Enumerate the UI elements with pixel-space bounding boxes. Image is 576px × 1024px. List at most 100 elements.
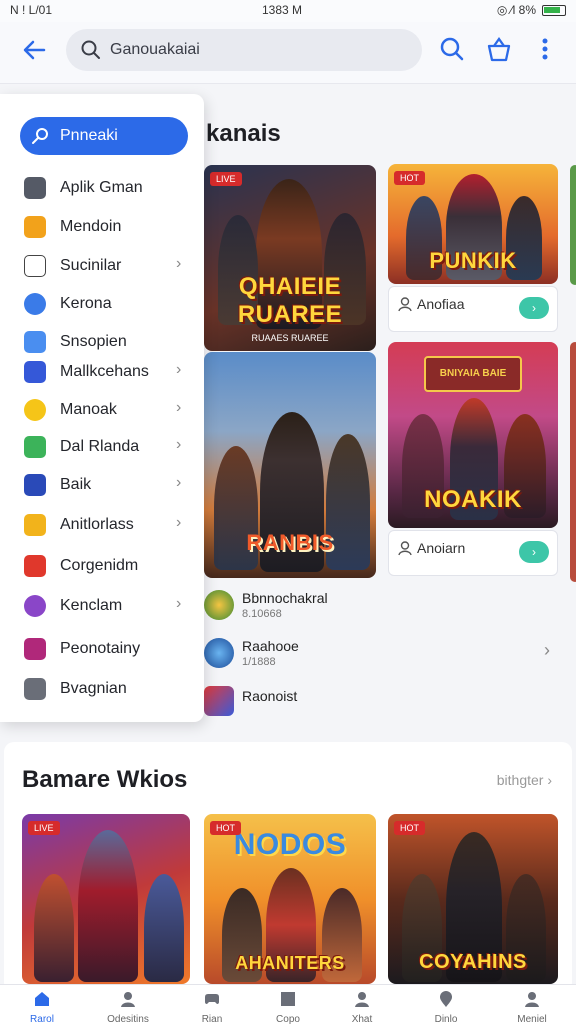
sidebar-item-label: Kerona <box>60 295 112 312</box>
tile-badge: HOT <box>394 171 425 185</box>
list-item-subtitle: 1/1888 <box>242 656 276 668</box>
sidebar-item-label: Sucinilar <box>60 257 122 274</box>
sidebar-item[interactable]: Sucinilar › <box>24 252 194 280</box>
nav-item[interactable]: Dinlo <box>410 985 482 1024</box>
tile-subtitle: RUAAES RUAREE <box>251 333 329 343</box>
tile-badge: HOT <box>210 821 241 835</box>
sidebar-item[interactable]: Baik › <box>24 471 194 499</box>
chevron-right-icon: › <box>176 255 182 272</box>
nav-item[interactable]: Rarol <box>6 985 78 1024</box>
nav-item[interactable]: Meniel <box>496 985 568 1024</box>
search-icon <box>81 40 100 59</box>
square-icon <box>281 992 295 1006</box>
open-button[interactable]: › <box>519 297 549 319</box>
tile-title: NOAKIK <box>424 486 522 513</box>
chevron-right-icon: › <box>176 436 182 453</box>
status-time: 1383 M <box>262 3 303 17</box>
sidebar-item[interactable]: Mendoin <box>24 213 194 241</box>
nav-item-label: Copo <box>276 1014 300 1024</box>
game-tile[interactable]: LIVE <box>22 814 190 984</box>
map-icon <box>24 361 46 383</box>
top-bar: Ganouakaiai <box>0 22 576 84</box>
nav-item[interactable]: Copo <box>252 985 324 1024</box>
sidebar-item-label: Mendoin <box>60 218 122 235</box>
tile-title: PUNKIK <box>429 248 517 273</box>
game-card[interactable]: Anoiarn › <box>388 530 558 576</box>
tile-badge: HOT <box>394 821 425 835</box>
open-button[interactable]: › <box>519 541 549 563</box>
person-icon <box>121 992 135 1007</box>
home-icon <box>35 992 49 1006</box>
sidebar-menu: Pnneaki Aplik Gman Mendoin Sucinilar › Keron… <box>0 94 204 722</box>
search-icon[interactable] <box>437 34 467 64</box>
avatar <box>204 638 234 668</box>
sidebar-item[interactable]: Aplik Gman <box>24 174 194 202</box>
sidebar-item-label: Kenclam <box>60 597 123 614</box>
game-tile[interactable]: RANBIS <box>204 352 376 578</box>
game-tile-edge <box>570 342 576 582</box>
search-input[interactable]: Ganouakaiai <box>110 41 200 59</box>
chat-icon <box>24 555 46 577</box>
sidebar-item[interactable]: Manoak › <box>24 396 194 424</box>
avatar <box>204 686 234 716</box>
user-icon <box>355 992 369 1007</box>
sidebar-item-label: Peonotainy <box>60 640 141 657</box>
sidebar-item[interactable]: Peonotainy <box>24 635 194 663</box>
window-icon <box>24 331 46 353</box>
game-card[interactable]: Anofiaa › <box>388 286 558 332</box>
sidebar-item-label: Snsopien <box>60 333 127 350</box>
chevron-right-icon: › <box>176 399 182 416</box>
sidebar-primary-button[interactable]: Pnneaki <box>20 117 188 155</box>
game-tile[interactable]: HOT COYAHINS <box>388 814 558 984</box>
more-icon[interactable] <box>532 34 558 64</box>
list-item-title: Raonoist <box>242 688 298 704</box>
sidebar-item[interactable]: Anitlorlass › <box>24 511 194 539</box>
section-title: kanais <box>206 120 281 147</box>
circle-icon <box>24 293 46 315</box>
chevron-right-icon: › <box>544 640 550 660</box>
sidebar-item[interactable]: Kenclam › <box>24 592 194 620</box>
status-right: ◎ ⁄l 8% <box>496 3 536 17</box>
bottom-navigation: Rarol Odesitins Rian Copo Xhat Dinlo Meniel <box>0 984 576 1024</box>
tile-subtitle: BNIYAIA BAIE <box>424 356 522 392</box>
nav-item-label: Xhat <box>351 1014 373 1024</box>
game-tile[interactable]: HOT PUNKIK <box>388 164 558 284</box>
nav-item[interactable]: Rian <box>176 985 248 1024</box>
card-label: Anoiarn <box>417 540 466 556</box>
tile-badge: LIVE <box>28 821 60 835</box>
chevron-right-icon: › <box>176 361 182 378</box>
sidebar-item-label: Mallkcehans <box>60 363 149 380</box>
game-tile[interactable]: NODOS HOT AHANITERS <box>204 814 376 984</box>
sidebar-item[interactable]: Snsopien <box>24 328 194 356</box>
list-item[interactable]: Raonoist <box>204 686 564 726</box>
back-arrow-icon[interactable] <box>18 34 50 66</box>
leaf-icon <box>24 436 46 458</box>
nav-item[interactable]: Odesitins <box>92 985 164 1024</box>
tile-badge: LIVE <box>210 172 242 186</box>
sidebar-item[interactable]: Kerona <box>24 290 194 318</box>
tile-title: QHAIEIE RUAREE <box>237 273 343 328</box>
sidebar-item[interactable]: Bvagnian <box>24 675 194 703</box>
sidebar-item-label: Corgenidm <box>60 557 139 574</box>
search-icon <box>32 128 48 144</box>
battery-icon <box>542 5 566 16</box>
gear-icon <box>24 177 46 199</box>
sidebar-item[interactable]: Dal Rlanda › <box>24 433 194 461</box>
see-more-link[interactable]: bithgter › <box>497 772 552 788</box>
tile-title: RANBIS <box>246 530 334 555</box>
search-bar[interactable]: Ganouakaiai <box>66 29 422 71</box>
sidebar-item[interactable]: Mallkcehans › <box>24 358 194 386</box>
nav-item-label: Rarol <box>30 1014 54 1024</box>
status-bar: N ! L/01 1383 M ◎ ⁄l 8% <box>0 0 576 22</box>
sidebar-item-label: Baik <box>60 476 92 493</box>
sidebar-item[interactable]: Corgenidm <box>24 552 194 580</box>
chevron-right-icon: › <box>176 514 182 531</box>
list-item[interactable]: Bbnnochakral 8.10668 <box>204 590 564 630</box>
basket-icon[interactable] <box>484 34 514 64</box>
nav-item[interactable]: Xhat <box>326 985 398 1024</box>
game-tile[interactable]: LIVE QHAIEIE RUAREE RUAAES RUAREE <box>204 165 376 351</box>
game-tile[interactable]: BNIYAIA BAIE NOAKIK <box>388 342 558 528</box>
list-item[interactable]: Raahooe 1/1888 › <box>204 638 564 678</box>
card-label: Anofiaa <box>417 296 465 312</box>
person-icon <box>398 541 412 556</box>
